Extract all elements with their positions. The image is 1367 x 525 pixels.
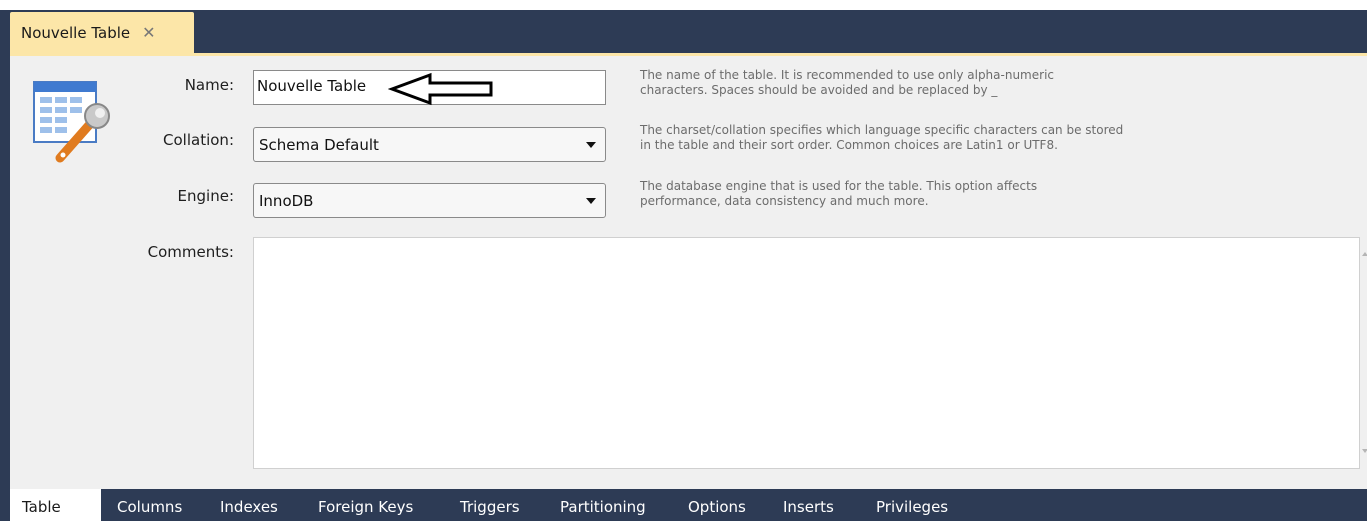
tab-partitioning[interactable]: Partitioning [560, 489, 646, 521]
tab-inserts[interactable]: Inserts [783, 489, 834, 521]
name-hint-line-2: characters. Spaces should be avoided and… [640, 83, 998, 97]
tab-options[interactable]: Options [688, 489, 746, 521]
collation-value: Schema Default [259, 136, 379, 154]
chevron-down-icon [586, 142, 596, 148]
collation-hint-line-1: The charset/collation specifies which la… [640, 123, 1124, 137]
collation-select[interactable]: Schema Default [253, 127, 606, 162]
engine-label: Engine: [177, 187, 234, 205]
engine-hint-line-1: The database engine that is used for the… [640, 179, 1038, 193]
engine-hint-line-2: performance, data consistency and much m… [640, 194, 929, 208]
tab-foreign-keys[interactable]: Foreign Keys [318, 489, 413, 521]
name-label: Name: [184, 76, 234, 94]
name-hint: The name of the table. It is recommended… [640, 68, 1240, 98]
tab-table[interactable]: Table [10, 489, 101, 521]
engine-value: InnoDB [259, 192, 314, 210]
name-hint-line-1: The name of the table. It is recommended… [640, 68, 1054, 82]
engine-select[interactable]: InnoDB [253, 183, 606, 218]
collation-label: Collation: [163, 131, 234, 149]
tab-nouvelle-table[interactable]: Nouvelle Table ✕ [10, 12, 194, 53]
collation-hint: The charset/collation specifies which la… [640, 123, 1240, 153]
tab-indexes[interactable]: Indexes [220, 489, 278, 521]
editor-tab-bar [0, 10, 1367, 53]
tab-privileges[interactable]: Privileges [876, 489, 948, 521]
scroll-up-icon[interactable] [1362, 252, 1367, 256]
tab-title: Nouvelle Table [21, 23, 131, 42]
comments-label: Comments: [147, 243, 234, 261]
tab-columns[interactable]: Columns [117, 489, 182, 521]
scroll-down-icon[interactable] [1362, 449, 1367, 453]
arrow-annotation-icon [388, 72, 493, 106]
chevron-down-icon [586, 198, 596, 204]
close-icon[interactable]: ✕ [142, 24, 155, 41]
comments-textarea[interactable] [253, 237, 1360, 469]
tab-triggers[interactable]: Triggers [460, 489, 520, 521]
collation-hint-line-2: in the table and their sort order. Commo… [640, 138, 1058, 152]
engine-hint: The database engine that is used for the… [640, 179, 1240, 209]
frame-left-border [0, 53, 10, 521]
editor-subtabs: Table Columns Indexes Foreign Keys Trigg… [0, 489, 1367, 521]
